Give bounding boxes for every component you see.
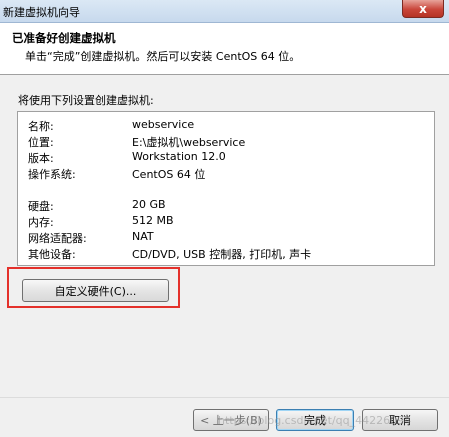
setting-key: 操作系统: — [28, 168, 76, 181]
setting-value: Workstation 12.0 — [132, 150, 226, 163]
setting-value: webservice — [132, 118, 195, 131]
setting-value: CD/DVD, USB 控制器, 打印机, 声卡 — [132, 248, 312, 261]
header-title: 已准备好创建虚拟机 — [12, 31, 116, 45]
setting-key: 网络适配器: — [28, 232, 87, 245]
close-button[interactable]: x — [402, 0, 444, 18]
setting-row-location: 位置: E:\虚拟机\webservice — [28, 134, 428, 150]
close-icon: x — [419, 1, 427, 16]
setting-value: 20 GB — [132, 198, 166, 211]
setting-row-version: 版本: Workstation 12.0 — [28, 150, 428, 166]
setting-value: NAT — [132, 230, 154, 243]
finish-button[interactable]: 完成 — [276, 409, 354, 431]
setting-key: 其他设备: — [28, 248, 76, 261]
setting-key: 内存: — [28, 216, 54, 229]
window-title: 新建虚拟机向导 — [3, 6, 80, 19]
settings-summary: 名称: webservice 位置: E:\虚拟机\webservice 版本:… — [17, 111, 435, 266]
setting-key: 名称: — [28, 120, 54, 133]
cancel-button[interactable]: 取消 — [362, 409, 438, 431]
setting-row-name: 名称: webservice — [28, 118, 428, 134]
setting-row-memory: 内存: 512 MB — [28, 214, 428, 230]
customize-hardware-button[interactable]: 自定义硬件(C)... — [22, 279, 169, 302]
header-subtitle: 单击“完成”创建虚拟机。然后可以安装 CentOS 64 位。 — [25, 50, 301, 63]
settings-label: 将使用下列设置创建虚拟机: — [18, 94, 154, 107]
title-bar: 新建虚拟机向导 x — [0, 0, 449, 23]
setting-row-disk: 硬盘: 20 GB — [28, 198, 428, 214]
setting-value: E:\虚拟机\webservice — [132, 136, 246, 149]
footer-divider — [0, 397, 449, 398]
setting-key: 硬盘: — [28, 200, 54, 213]
setting-row-network: 网络适配器: NAT — [28, 230, 428, 246]
back-button[interactable]: < 上一步(B) — [193, 409, 269, 431]
setting-value: 512 MB — [132, 214, 174, 227]
setting-key: 版本: — [28, 152, 54, 165]
wizard-header: 已准备好创建虚拟机 单击“完成”创建虚拟机。然后可以安装 CentOS 64 位… — [0, 23, 449, 75]
setting-key: 位置: — [28, 136, 54, 149]
setting-row-os: 操作系统: CentOS 64 位 — [28, 166, 428, 182]
setting-row-other-devices: 其他设备: CD/DVD, USB 控制器, 打印机, 声卡 — [28, 246, 428, 262]
setting-value: CentOS 64 位 — [132, 168, 206, 181]
